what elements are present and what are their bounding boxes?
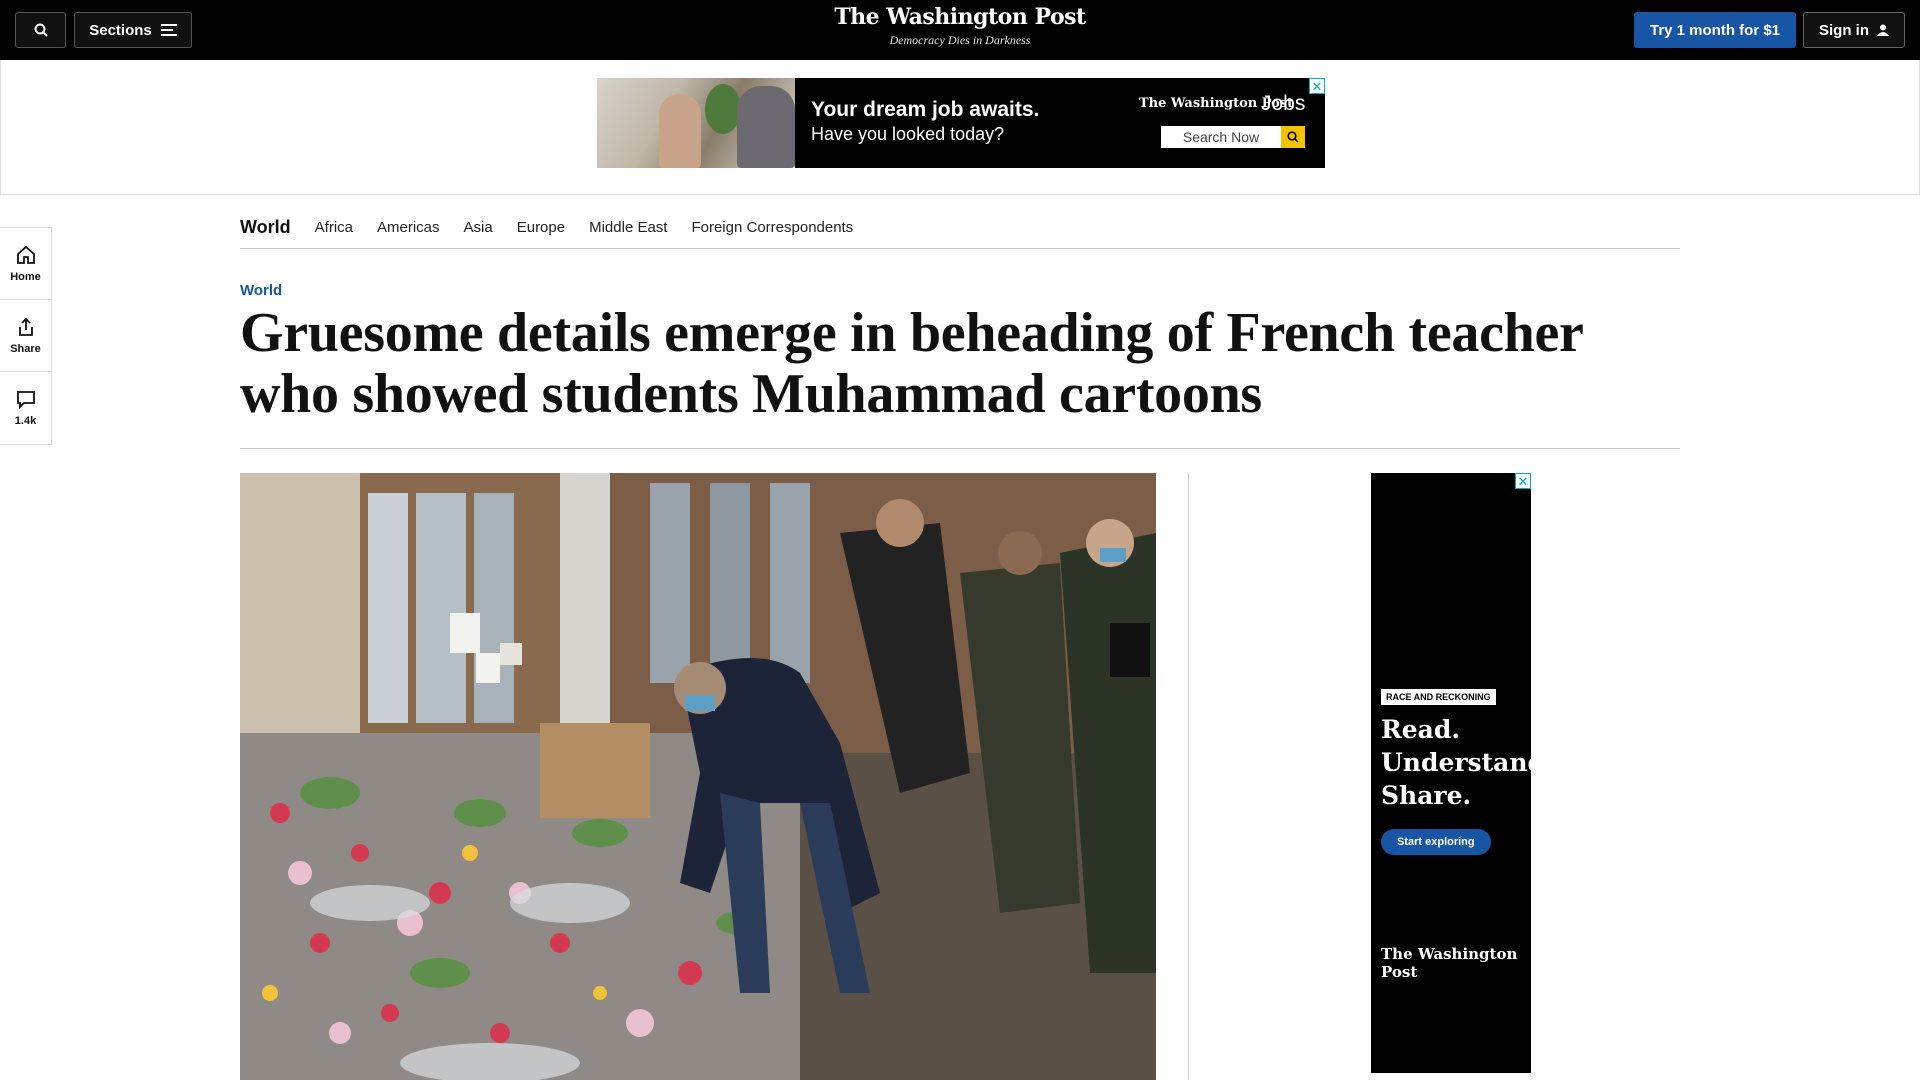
column-divider	[1188, 473, 1189, 1080]
side-ad-line: Read.	[1381, 715, 1461, 744]
section-nav-item[interactable]: Americas	[377, 219, 440, 236]
side-ad-close-icon[interactable]: ✕	[1515, 473, 1531, 489]
rail-share-label: Share	[10, 342, 41, 355]
ad-search-field[interactable]: Search Now	[1161, 126, 1281, 148]
rail-comments-button[interactable]: 1.4k	[0, 372, 51, 444]
rail-home-label: Home	[10, 270, 41, 283]
ad-close-icon[interactable]: ✕	[1309, 78, 1325, 94]
jobs-ad-banner[interactable]: Your dream job awaits. Have you looked t…	[597, 78, 1325, 168]
rail-share-button[interactable]: Share	[0, 300, 51, 372]
sign-in-label: Sign in	[1819, 21, 1869, 39]
section-nav-active[interactable]: World	[240, 217, 291, 238]
rail-home-button[interactable]: Home	[0, 228, 51, 300]
side-ad-cta-button[interactable]: Start exploring	[1381, 829, 1491, 855]
user-icon	[1877, 24, 1889, 36]
section-nav-item[interactable]: Europe	[517, 219, 565, 236]
article-headline: Gruesome details emerge in beheading of …	[240, 302, 1583, 425]
section-nav: World Africa Americas Asia Europe Middle…	[240, 207, 1680, 249]
section-nav-item[interactable]: Foreign Correspondents	[691, 219, 853, 236]
left-rail: Home Share 1.4k	[0, 227, 52, 445]
side-ad-line: Understand.	[1381, 748, 1554, 777]
side-ad-line: Share.	[1381, 781, 1472, 810]
top-bar: Sections The Washington Post Democracy D…	[0, 0, 1920, 60]
sign-in-button[interactable]: Sign in	[1803, 12, 1905, 48]
ad-brand-suffix: Jobs	[1261, 92, 1306, 115]
lead-photo-illustration	[240, 473, 1156, 1080]
share-icon	[18, 317, 33, 336]
ad-search-button[interactable]	[1281, 126, 1305, 148]
sections-label: Sections	[89, 21, 152, 39]
section-nav-item[interactable]: Africa	[315, 219, 353, 236]
ad-headline: Your dream job awaits.	[811, 98, 1040, 121]
article-kicker[interactable]: World	[240, 282, 282, 299]
site-tagline: Democracy Dies in Darkness	[889, 33, 1031, 47]
section-nav-item[interactable]: Middle East	[589, 219, 667, 236]
site-logo[interactable]: The Washington Post	[760, 4, 1160, 30]
masthead[interactable]: The Washington Post Democracy Dies in Da…	[760, 4, 1160, 48]
side-ad-logo: The Washington Post	[1381, 945, 1518, 981]
rail-comments-count: 1.4k	[14, 415, 37, 427]
ad-photo	[597, 78, 795, 168]
subscribe-button[interactable]: Try 1 month for $1	[1634, 12, 1796, 48]
menu-icon	[160, 24, 177, 36]
search-button[interactable]	[15, 12, 66, 48]
lead-photo[interactable]	[240, 473, 1156, 1080]
comment-icon	[16, 391, 35, 409]
top-ad-container: Your dream job awaits. Have you looked t…	[0, 60, 1920, 195]
home-icon	[16, 245, 35, 264]
headline-divider	[240, 448, 1680, 449]
side-ad[interactable]: ✕ RACE AND RECKONING Read. Understand. S…	[1371, 473, 1554, 1073]
section-nav-item[interactable]: Asia	[464, 219, 493, 236]
ad-subline: Have you looked today?	[811, 124, 1005, 144]
sections-button[interactable]: Sections	[74, 12, 192, 48]
side-ad-badge: RACE AND RECKONING	[1381, 689, 1496, 705]
side-ad-headline: Read. Understand. Share.	[1381, 713, 1554, 812]
search-icon	[34, 23, 48, 37]
search-icon	[1287, 131, 1299, 143]
